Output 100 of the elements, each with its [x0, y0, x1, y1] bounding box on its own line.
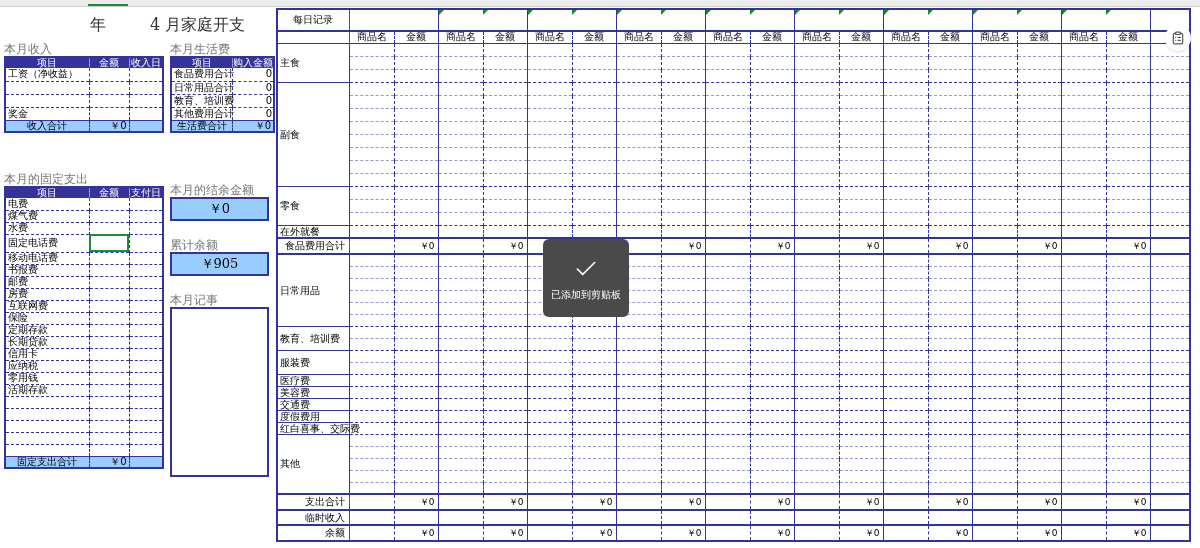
total-amount: ￥0 — [686, 528, 702, 538]
total-amount: ￥0 — [508, 497, 524, 507]
total-amount: ￥0 — [864, 528, 880, 538]
total-amount: ￥0 — [864, 497, 880, 507]
category-label: 零食 — [280, 200, 300, 211]
item-label: 定期存款 — [8, 324, 48, 335]
amount-cell: 0 — [232, 68, 274, 81]
total-amount: ￥0 — [89, 120, 129, 132]
total-amount: ￥0 — [232, 120, 274, 132]
item-label: 移动电话费 — [8, 252, 58, 263]
toast-message: 已添加到剪贴板 — [551, 290, 621, 300]
category-label: 日常用品 — [280, 284, 320, 296]
total-amount: ￥0 — [775, 241, 791, 251]
column-header: 金额 — [1017, 31, 1061, 43]
column-header: 金额 — [89, 187, 129, 198]
amount-cell: 0 — [232, 107, 274, 120]
column-header: 支付日 — [129, 187, 163, 198]
total-amount: ￥0 — [864, 241, 880, 251]
value-box: ￥0 — [170, 197, 269, 221]
amount-cell[interactable] — [89, 234, 129, 252]
column-header: 商品名 — [1061, 31, 1106, 43]
item-label: 奖金 — [8, 107, 28, 119]
item-label: 固定电话费 — [8, 237, 58, 248]
section-title: 本月记事 — [170, 294, 219, 307]
column-header: 金额 — [750, 31, 794, 43]
section-title: 累计余额 — [170, 239, 219, 252]
item-label: 房费 — [8, 288, 28, 299]
column-header: 金额 — [89, 57, 129, 68]
item-label: 教育、培训费 — [174, 94, 234, 106]
total-label: 固定支出合计 — [5, 456, 89, 468]
column-header: 商品名 — [972, 31, 1017, 43]
total-amount: ￥0 — [508, 241, 524, 251]
column-header: 金额 — [661, 31, 705, 43]
total-amount: ￥0 — [775, 528, 791, 538]
column-header: 商品名 — [705, 31, 750, 43]
total-label: 余额 — [277, 525, 349, 541]
total-amount: ￥0 — [953, 241, 969, 251]
column-header: 商品名 — [883, 31, 928, 43]
total-label: 临时收入 — [277, 510, 349, 525]
category-label: 美容费 — [280, 386, 310, 398]
item-label: 应纳税 — [8, 360, 38, 371]
item-label: 煤气费 — [8, 210, 38, 221]
item-label: 水费 — [8, 222, 28, 233]
total-amount: ￥0 — [419, 497, 435, 507]
total-amount: ￥0 — [597, 497, 613, 507]
total-amount: ￥0 — [1042, 241, 1058, 251]
total-label: 收入合计 — [5, 120, 89, 132]
daily-record-title: 每日记录 — [277, 9, 349, 31]
column-header: 商品名 — [616, 31, 661, 43]
item-label: 食品费用合计 — [174, 68, 234, 80]
item-label: 活期存款 — [8, 384, 48, 395]
section-title: 本月生活费 — [170, 43, 231, 56]
column-header: 项目 — [5, 57, 89, 68]
total-amount: ￥0 — [1131, 497, 1147, 507]
item-label: 零用钱 — [8, 372, 38, 383]
total-amount: ￥0 — [953, 497, 969, 507]
item-label: 日常用品合计 — [174, 81, 234, 93]
item-label: 书报费 — [8, 264, 38, 275]
category-label: 其他 — [280, 458, 300, 470]
category-label: 交通费 — [280, 398, 310, 410]
column-header: 收入日 — [129, 57, 163, 68]
total-amount: ￥0 — [1131, 528, 1147, 538]
column-header: 商品名 — [349, 31, 394, 43]
column-header: 金额 — [839, 31, 883, 43]
column-header: 金额 — [928, 31, 972, 43]
total-label: 生活费合计 — [171, 120, 232, 132]
column-header: 金额 — [572, 31, 616, 43]
section-title: 本月的固定支出 — [4, 173, 89, 186]
column-header: 项目 — [171, 57, 232, 68]
total-amount: ￥0 — [775, 497, 791, 507]
column-header: 购入金额 — [232, 57, 274, 68]
column-header: 金额 — [394, 31, 438, 43]
category-label: 度假费用 — [280, 410, 320, 422]
item-label: 互联网费 — [8, 300, 48, 311]
notes-box[interactable] — [170, 307, 269, 477]
item-label: 邮费 — [8, 276, 28, 287]
item-label: 长期贷款 — [8, 336, 48, 347]
total-amount: ￥0 — [686, 497, 702, 507]
total-amount: ￥0 — [419, 528, 435, 538]
total-amount: ￥0 — [1042, 497, 1058, 507]
total-amount: ￥0 — [508, 528, 524, 538]
section-title: 本月的结余金额 — [170, 184, 255, 197]
category-label: 医疗费 — [280, 374, 310, 386]
total-amount: ￥0 — [89, 456, 129, 468]
category-label: 教育、培训费 — [280, 332, 340, 344]
total-amount: ￥0 — [953, 528, 969, 538]
item-label: 信用卡 — [8, 348, 38, 359]
amount-cell: 0 — [232, 81, 274, 94]
column-header: 金额 — [483, 31, 527, 43]
column-header: 金额 — [1106, 31, 1150, 43]
total-label: 支出合计 — [277, 494, 349, 510]
item-label: 其他费用合计 — [174, 107, 234, 119]
value-box: ￥905 — [170, 252, 269, 276]
column-header: 商品名 — [794, 31, 839, 43]
category-label: 副食 — [280, 128, 300, 140]
total-amount: ￥0 — [1042, 528, 1058, 538]
category-label: 服装费 — [280, 356, 310, 368]
item-label: 工资（净收益） — [8, 68, 78, 80]
column-header: 项目 — [5, 187, 89, 198]
total-label: 食品费用合计 — [277, 238, 349, 254]
